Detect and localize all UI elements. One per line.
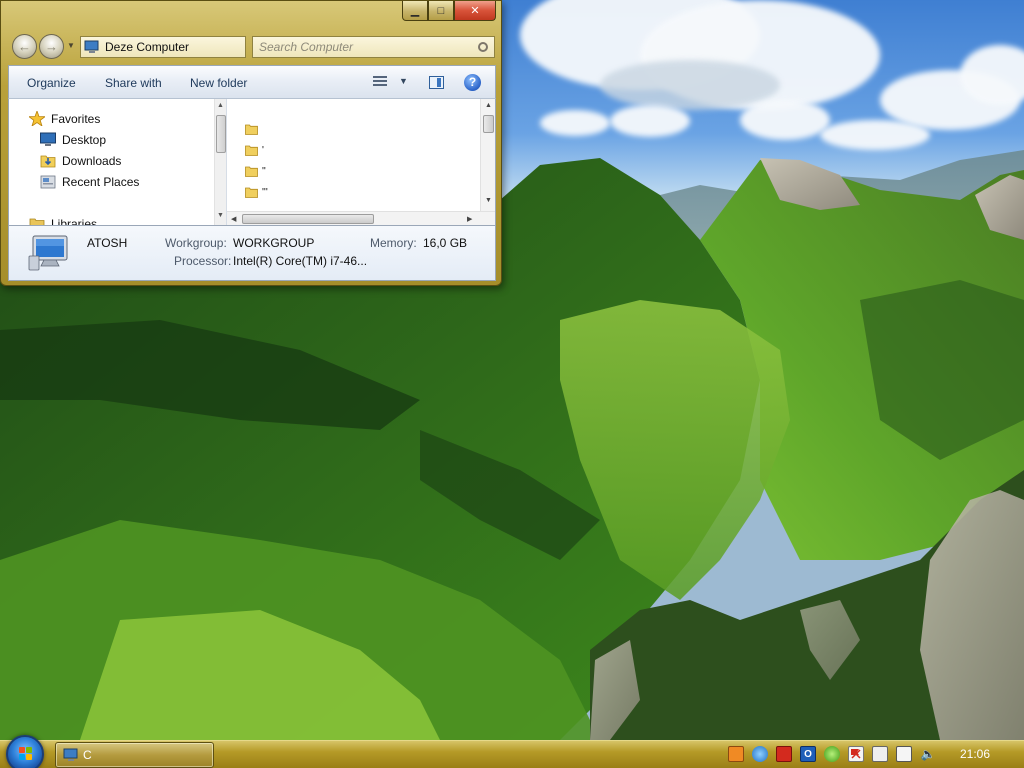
file-list-vertical-scroll-thumb[interactable] (483, 115, 494, 133)
back-button[interactable]: ← (12, 34, 37, 59)
scroll-up-arrow-icon[interactable]: ▲ (217, 102, 224, 109)
nav-recent-places-label: Recent Places (62, 174, 140, 189)
nav-pane-scroll-thumb[interactable] (216, 115, 226, 153)
taskbar-button-label: C (83, 748, 92, 762)
taskbar-explorer-button[interactable]: C (55, 742, 214, 768)
computer-icon (27, 234, 71, 274)
outlook-icon[interactable]: O (800, 746, 816, 762)
navigation-bar: ← → ▼ Deze Computer Search Computer (9, 34, 497, 60)
star-icon (27, 109, 47, 127)
folder-name: ''' (262, 186, 268, 198)
address-text: Deze Computer (105, 40, 190, 54)
search-icon (478, 42, 488, 52)
computer-name: ATOSH (87, 236, 128, 250)
nav-recent-places[interactable]: Recent Places (40, 174, 139, 189)
memory-value: 16,0 GB (423, 236, 468, 250)
nav-favorites-label: Favorites (51, 111, 101, 126)
volume-icon[interactable]: 🔈 (920, 746, 936, 762)
list-item[interactable]: ''' (245, 184, 268, 200)
file-list-horizontal-scroll-thumb[interactable] (242, 214, 374, 224)
recent-places-icon (40, 174, 56, 189)
close-button[interactable]: ✕ (454, 1, 496, 21)
minimize-button[interactable]: ▁ (402, 1, 428, 21)
folder-icon (245, 186, 258, 198)
nav-downloads-label: Downloads (62, 153, 122, 168)
flag-icon[interactable] (848, 746, 864, 762)
app-icon[interactable] (728, 746, 744, 762)
processor-label: Processor: (174, 254, 232, 268)
address-bar[interactable]: Deze Computer (80, 36, 246, 58)
details-pane: ATOSH Workgroup: WORKGROUP Memory: 16,0 … (8, 225, 496, 281)
navigation-pane: Favorites Desktop Downloads Recent Place… (8, 99, 226, 225)
scroll-down-arrow-icon[interactable]: ▼ (217, 212, 224, 219)
list-item[interactable]: '' (245, 163, 266, 179)
share-with-button[interactable]: Share with (105, 76, 162, 90)
windows-logo-icon (19, 747, 33, 761)
back-arrow-icon: ← (18, 39, 31, 54)
start-button[interactable] (6, 735, 44, 768)
folder-icon (245, 165, 258, 177)
folder-name: '' (262, 165, 266, 177)
list-item[interactable] (245, 121, 262, 137)
search-input[interactable]: Search Computer (252, 36, 495, 58)
file-list-vertical-scrollbar[interactable]: ▲ ▼ (480, 99, 495, 211)
folder-name: ' (262, 144, 264, 156)
network-icon[interactable] (752, 746, 768, 762)
caption-buttons: ▁ □ ✕ (402, 1, 496, 21)
processor-value: Intel(R) Core(TM) i7-46... (233, 254, 368, 268)
usb-icon[interactable] (872, 746, 888, 762)
scroll-left-arrow-icon[interactable]: ◀ (231, 215, 236, 223)
nav-libraries-label: Libraries (51, 216, 98, 226)
workgroup-label: Workgroup: (165, 236, 227, 250)
computer-icon (84, 40, 100, 54)
clock[interactable]: 21:06 (960, 747, 990, 761)
display-icon[interactable] (896, 746, 912, 762)
maximize-button[interactable]: □ (428, 1, 454, 21)
scroll-down-arrow-icon[interactable]: ▼ (485, 197, 492, 204)
nav-pane-scrollbar[interactable]: ▲ ▼ (214, 99, 226, 225)
folder-icon (245, 144, 258, 156)
forward-arrow-icon: → (45, 39, 58, 54)
explorer-icon (63, 748, 79, 762)
desktop-icon (40, 132, 56, 147)
command-bar: Organize Share with New folder ▼ ? (8, 65, 496, 99)
preview-pane-icon[interactable] (429, 76, 444, 89)
help-icon[interactable]: ? (464, 74, 481, 91)
view-options-dropdown[interactable]: ▼ (399, 76, 408, 86)
downloads-folder-icon (40, 153, 56, 168)
explorer-window[interactable]: ▁ □ ✕ ← → ▼ Deze Computer Search Compute… (0, 0, 502, 286)
nav-downloads[interactable]: Downloads (40, 153, 121, 168)
forward-button[interactable]: → (39, 34, 64, 59)
memory-label: Memory: (370, 236, 417, 250)
folder-icon (245, 123, 258, 135)
recent-pages-dropdown[interactable]: ▼ (67, 41, 75, 50)
scroll-up-arrow-icon[interactable]: ▲ (485, 102, 492, 109)
nav-libraries[interactable]: Libraries (29, 216, 97, 225)
new-folder-button[interactable]: New folder (190, 76, 247, 90)
nav-desktop[interactable]: Desktop (40, 132, 106, 147)
nav-desktop-label: Desktop (62, 132, 107, 147)
nav-favorites[interactable]: Favorites (27, 109, 101, 127)
acrobat-icon[interactable] (776, 746, 792, 762)
system-tray: O 🔈 (728, 746, 944, 764)
file-list-horizontal-scrollbar[interactable]: ◀ ▶ (227, 211, 495, 225)
taskbar: C O 🔈 21:06 (0, 735, 1024, 768)
organize-button[interactable]: Organize (27, 76, 76, 90)
libraries-icon (29, 216, 45, 225)
file-list-pane: ' '' ''' ▲ ▼ ◀ ▶ (226, 99, 496, 225)
search-placeholder: Search Computer (259, 40, 354, 54)
workgroup-value: WORKGROUP (233, 236, 315, 250)
list-item[interactable]: ' (245, 142, 264, 158)
change-view-icon[interactable] (373, 75, 389, 89)
scroll-right-arrow-icon[interactable]: ▶ (467, 215, 472, 223)
security-shield-icon[interactable] (824, 746, 840, 762)
